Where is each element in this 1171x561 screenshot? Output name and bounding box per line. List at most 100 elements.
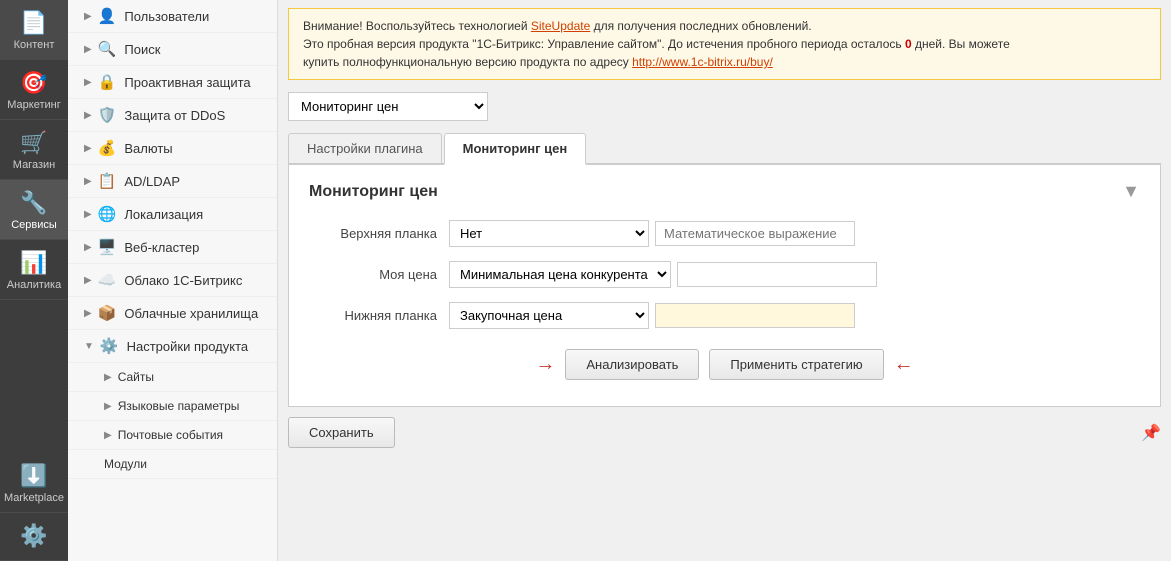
alert-line2: Это пробная версия продукта "1С-Битрикс:…: [303, 37, 1010, 51]
control-upper-limit: Нет: [449, 220, 1140, 247]
sub-sidebar-item-localization[interactable]: ▶ 🌐 Локализация: [68, 198, 277, 231]
arrow-ddos: ▶: [84, 110, 92, 121]
marketing-icon: 🎯: [20, 70, 47, 96]
sub-label-cloudstorage: Облачные хранилища: [124, 306, 258, 321]
sub-sidebar-item-cloudstorage[interactable]: ▶ 📦 Облачные хранилища: [68, 297, 277, 330]
sub-label-proactive: Проактивная защита: [124, 75, 250, 90]
label-upper-limit: Верхняя планка: [309, 226, 449, 241]
sub-sidebar-item-sites[interactable]: ▶ Сайты: [68, 363, 277, 392]
select-upper-limit[interactable]: Нет: [449, 220, 649, 247]
users-icon: 👤: [98, 7, 117, 25]
sub-sidebar-item-proactive[interactable]: ▶ 🔒 Проактивная защита: [68, 66, 277, 99]
alert-line3: купить полнофункциональную версию продук…: [303, 55, 632, 69]
sub-label-currency: Валюты: [124, 141, 172, 156]
sidebar-item-content[interactable]: 📄 Контент: [0, 0, 68, 60]
arrow-mail-events: ▶: [104, 430, 112, 441]
arrow-localization: ▶: [84, 209, 92, 220]
tabs-bar: Настройки плагина Мониторинг цен: [288, 133, 1161, 165]
save-button[interactable]: Сохранить: [288, 417, 395, 448]
sidebar-item-services[interactable]: 🔧 Сервисы: [0, 180, 68, 240]
content-area: Мониторинг цен Настройки плагина Монитор…: [278, 84, 1171, 561]
control-lower-limit: Закупочная цена *1.025: [449, 302, 1140, 329]
arrow-right-icon: →: [535, 353, 555, 376]
sub-label-languages: Языковые параметры: [118, 399, 240, 413]
sub-sidebar-item-modules[interactable]: Модули: [68, 450, 277, 479]
arrow-search: ▶: [84, 44, 92, 55]
buttons-row: → Анализировать Применить стратегию ←: [309, 349, 1140, 380]
sub-label-search: Поиск: [124, 42, 160, 57]
arrow-cloud: ▶: [84, 275, 92, 286]
chevron-down-icon[interactable]: ▼: [1122, 181, 1140, 202]
sub-label-modules: Модули: [104, 457, 147, 471]
tab-plugin-settings[interactable]: Настройки плагина: [288, 133, 442, 163]
sub-sidebar-item-currency[interactable]: ▶ 💰 Валюты: [68, 132, 277, 165]
sub-sidebar-item-search[interactable]: ▶ 🔍 Поиск: [68, 33, 277, 66]
lock-icon: 🔒: [98, 73, 117, 91]
main-content: Внимание! Воспользуйтесь технологией Sit…: [278, 0, 1171, 561]
input-lower-limit[interactable]: *1.025: [655, 303, 855, 328]
sub-sidebar-item-product-settings[interactable]: ▼ ⚙️ Настройки продукта: [68, 330, 277, 363]
sidebar-item-shop[interactable]: 🛒 Магазин: [0, 120, 68, 180]
globe-icon: 🌐: [98, 205, 117, 223]
input-my-price[interactable]: -50: [677, 262, 877, 287]
shop-icon: 🛒: [20, 130, 47, 156]
arrow-adldap: ▶: [84, 176, 92, 187]
control-my-price: Минимальная цена конкурента -50: [449, 261, 1140, 288]
sub-label-mail-events: Почтовые события: [118, 428, 223, 442]
arrow-sites: ▶: [104, 372, 112, 383]
storage-icon: 📦: [98, 304, 117, 322]
alert-banner: Внимание! Воспользуйтесь технологией Sit…: [288, 8, 1161, 80]
sub-label-webcluster: Веб-кластер: [124, 240, 199, 255]
module-dropdown[interactable]: Мониторинг цен: [288, 92, 488, 121]
sub-sidebar-item-webcluster[interactable]: ▶ 🖥️ Веб-кластер: [68, 231, 277, 264]
analyze-button[interactable]: Анализировать: [565, 349, 699, 380]
search-icon: 🔍: [98, 40, 117, 58]
apply-strategy-button[interactable]: Применить стратегию: [709, 349, 883, 380]
buy-link[interactable]: http://www.1c-bitrix.ru/buy/: [632, 55, 773, 69]
sidebar-item-marketplace[interactable]: ⬇️ Marketplace: [0, 453, 68, 513]
sidebar-item-analytics[interactable]: 📊 Аналитика: [0, 240, 68, 300]
select-lower-limit[interactable]: Закупочная цена: [449, 302, 649, 329]
cloud-icon: ☁️: [98, 271, 117, 289]
arrow-left-icon: ←: [894, 353, 914, 376]
sub-sidebar: ▶ 👤 Пользователи ▶ 🔍 Поиск ▶ 🔒 Проактивн…: [68, 0, 278, 561]
currency-icon: 💰: [98, 139, 117, 157]
sub-label-product-settings: Настройки продукта: [127, 339, 249, 354]
sub-sidebar-item-cloud[interactable]: ▶ ☁️ Облако 1С-Битрикс: [68, 264, 277, 297]
sidebar-label-marketing: Маркетинг: [7, 99, 60, 111]
arrow-cloudstorage: ▶: [84, 308, 92, 319]
arrow-languages: ▶: [104, 401, 112, 412]
gear-icon: ⚙️: [100, 337, 119, 355]
label-lower-limit: Нижняя планка: [309, 308, 449, 323]
sub-sidebar-item-mail-events[interactable]: ▶ Почтовые события: [68, 421, 277, 450]
alert-text2: для получения последних обновлений.: [590, 19, 811, 33]
module-select-wrapper: Мониторинг цен: [288, 92, 1161, 121]
arrow-webcluster: ▶: [84, 242, 92, 253]
adldap-icon: 📋: [98, 172, 117, 190]
form-row-my-price: Моя цена Минимальная цена конкурента -50: [309, 261, 1140, 288]
form-row-lower-limit: Нижняя планка Закупочная цена *1.025: [309, 302, 1140, 329]
sidebar-item-settings[interactable]: ⚙️: [0, 513, 68, 561]
sub-label-users: Пользователи: [124, 9, 209, 24]
shield-icon: 🛡️: [98, 106, 117, 124]
select-my-price[interactable]: Минимальная цена конкурента: [449, 261, 671, 288]
sub-label-adldap: AD/LDAP: [124, 174, 180, 189]
save-section: Сохранить 📌: [288, 407, 1161, 452]
tab-price-monitoring[interactable]: Мониторинг цен: [444, 133, 587, 165]
marketplace-icon: ⬇️: [20, 463, 47, 489]
webcluster-icon: 🖥️: [98, 238, 117, 256]
sub-sidebar-item-languages[interactable]: ▶ Языковые параметры: [68, 392, 277, 421]
alert-text1: Внимание! Воспользуйтесь технологией: [303, 19, 531, 33]
sidebar-label-shop: Магазин: [13, 159, 55, 171]
sub-sidebar-item-adldap[interactable]: ▶ 📋 AD/LDAP: [68, 165, 277, 198]
sidebar-label-content: Контент: [14, 39, 55, 51]
content-icon: 📄: [20, 10, 47, 36]
siteupdate-link[interactable]: SiteUpdate: [531, 19, 590, 33]
analytics-icon: 📊: [20, 250, 47, 276]
sub-sidebar-item-ddos[interactable]: ▶ 🛡️ Защита от DDoS: [68, 99, 277, 132]
input-upper-limit[interactable]: [655, 221, 855, 246]
left-sidebar: 📄 Контент 🎯 Маркетинг 🛒 Магазин 🔧 Сервис…: [0, 0, 68, 561]
sidebar-item-marketing[interactable]: 🎯 Маркетинг: [0, 60, 68, 120]
label-my-price: Моя цена: [309, 267, 449, 282]
sub-sidebar-item-users[interactable]: ▶ 👤 Пользователи: [68, 0, 277, 33]
